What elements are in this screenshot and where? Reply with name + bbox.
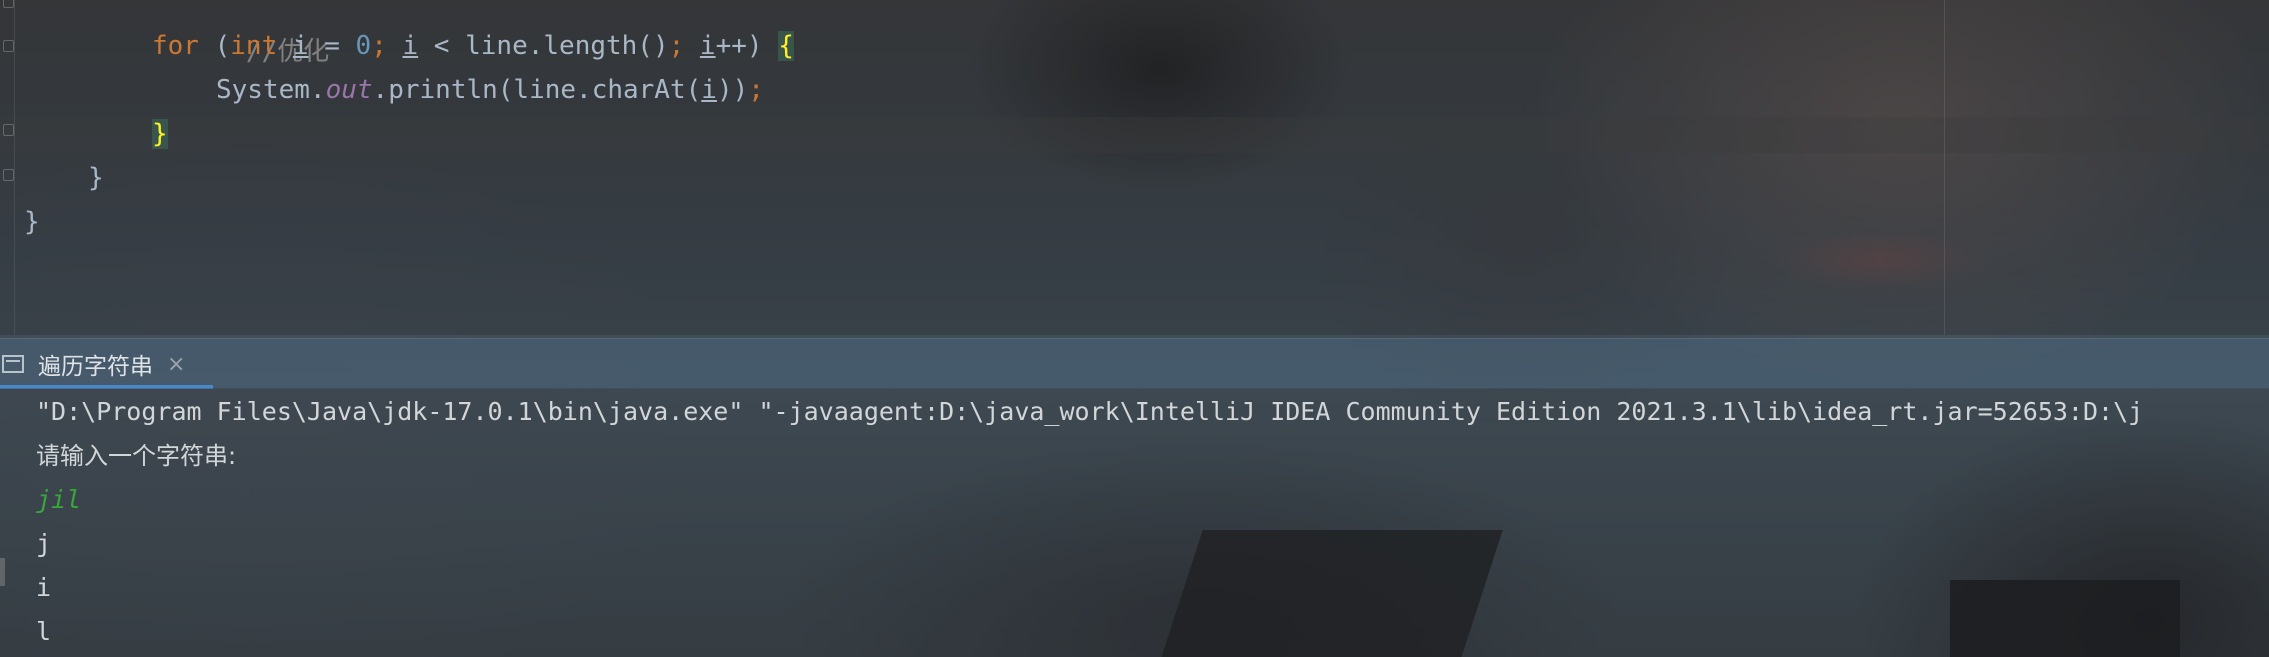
console-command-line: "D:\Program Files\Java\jdk-17.0.1\bin\ja… [36, 397, 2144, 426]
console-window-icon [2, 355, 24, 373]
matched-brace: } [152, 119, 168, 149]
code-line-close-class[interactable]: } [24, 200, 40, 244]
keyword-for: for [152, 31, 199, 61]
console-output-line: i [36, 573, 52, 602]
code-token: } [88, 163, 104, 193]
code-token: ; [371, 31, 403, 61]
code-token: )) [716, 75, 749, 105]
console-output-line: j [36, 529, 52, 558]
console-output[interactable]: "D:\Program Files\Java\jdk-17.0.1\bin\ja… [0, 388, 2269, 657]
matched-brace: { [778, 31, 794, 61]
console-gutter [0, 388, 6, 657]
caret-row-highlight [0, 117, 2269, 153]
code-line-println[interactable]: System.out.println(line.charAt(i)); [216, 68, 764, 112]
close-icon[interactable]: × [167, 352, 185, 377]
code-token: ( [198, 31, 231, 61]
code-line-close-method[interactable]: } [88, 156, 104, 200]
fold-marker-icon[interactable] [3, 124, 14, 136]
code-token: ++) [715, 31, 779, 61]
number-literal: 0 [355, 31, 372, 61]
console-user-input: jil [36, 485, 82, 514]
code-token: < line.length() [418, 31, 669, 61]
right-margin-guide [1944, 0, 1945, 335]
code-line-close-for[interactable]: } [152, 112, 168, 156]
fold-marker-icon[interactable] [3, 40, 14, 52]
console-marker [0, 558, 5, 586]
console-prompt: 请输入一个字符串: [36, 442, 237, 470]
code-token: } [24, 207, 40, 237]
keyword-int: int [230, 31, 278, 61]
code-token: ; [668, 31, 700, 61]
fold-marker-icon[interactable] [3, 169, 14, 181]
fold-marker-icon[interactable] [3, 0, 14, 8]
ide-window: //优化 for (int i = 0; i < line.length(); … [0, 0, 2269, 657]
console-output-line: l [36, 617, 52, 646]
code-token: System. [216, 75, 326, 105]
editor-gutter [0, 0, 15, 335]
variable-i: i [402, 31, 419, 61]
run-tool-window-header: 遍历字符串 × [0, 338, 2269, 389]
run-tab-label: 遍历字符串 [38, 354, 153, 380]
code-token: ; [748, 75, 764, 105]
code-editor[interactable]: //优化 for (int i = 0; i < line.length(); … [0, 0, 2269, 335]
code-token: .println(line.charAt( [372, 75, 702, 105]
run-tab[interactable]: 遍历字符串 × [0, 339, 213, 389]
variable-i: i [699, 31, 716, 61]
variable-i: i [701, 75, 717, 105]
static-field-out: out [325, 75, 373, 105]
variable-i: i [292, 31, 309, 61]
code-token: = [308, 31, 356, 61]
code-line-for-loop[interactable]: for (int i = 0; i < line.length(); i++) … [152, 24, 794, 68]
